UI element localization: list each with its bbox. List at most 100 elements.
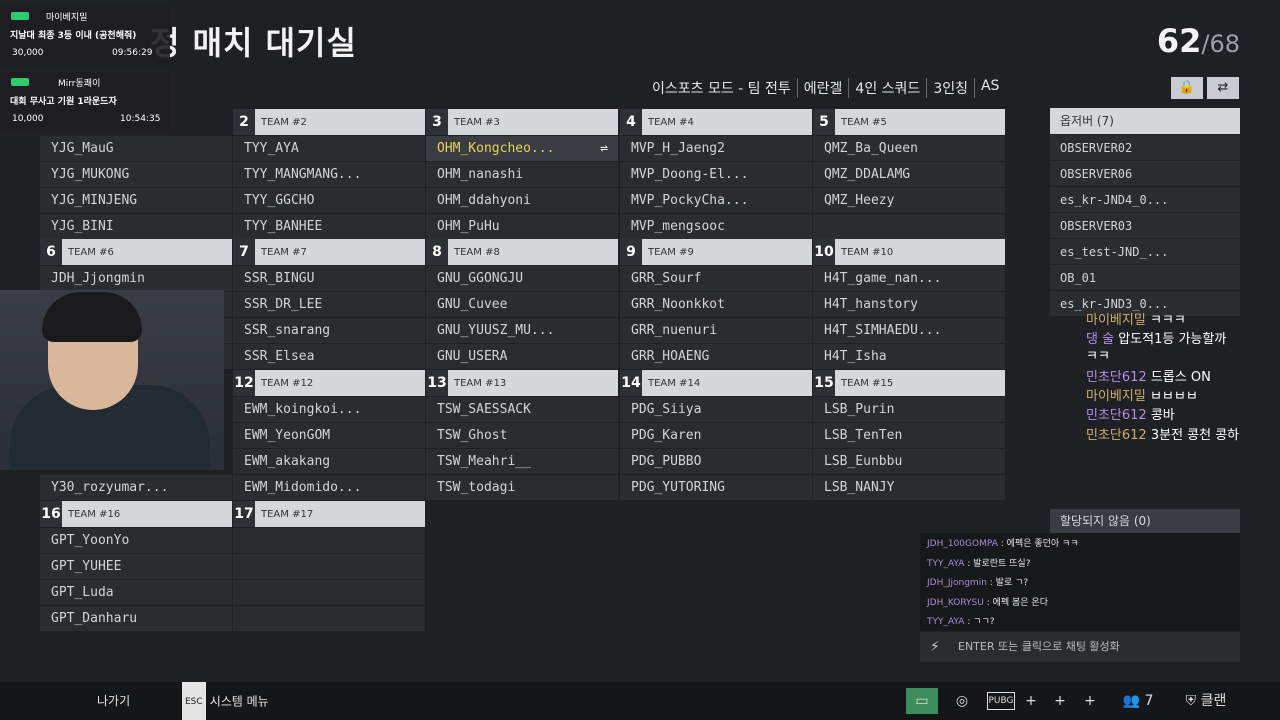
player-slot[interactable]: MVP_mengsooc — [620, 213, 812, 239]
chat-input[interactable]: ⚡ ENTER 또는 클릭으로 채팅 활성화 — [920, 632, 1240, 662]
party-button[interactable]: 👥 7 — [1118, 688, 1158, 714]
observer-item[interactable]: OBSERVER03 — [1050, 212, 1240, 238]
player-slot[interactable]: YJG_MUKONG — [40, 161, 232, 187]
team-header[interactable]: 15 TEAM #15 — [813, 370, 1005, 396]
player-slot[interactable]: SSR_BINGU — [233, 265, 425, 291]
pubg-icon[interactable]: PUBG — [987, 692, 1015, 710]
team-header[interactable]: 12 TEAM #12 — [233, 370, 425, 396]
player-name: TYY_BANHEE — [244, 219, 323, 234]
clan-button[interactable]: ⛨ 클랜 — [1180, 688, 1232, 714]
player-slot[interactable]: GRR_nuenuri — [620, 317, 812, 343]
player-slot[interactable]: LSB_Purin — [813, 396, 1005, 422]
player-slot[interactable]: GRR_HOAENG — [620, 343, 812, 369]
team-header[interactable]: 2 TEAM #2 — [233, 109, 425, 135]
player-slot[interactable]: TYY_BANHEE — [233, 213, 425, 239]
swap-icon[interactable]: ⇌ — [600, 136, 608, 161]
player-slot[interactable]: TSW_Meahri__ — [426, 448, 618, 474]
system-menu-button[interactable]: ESC 시스템 메뉴 — [182, 682, 269, 720]
observer-item[interactable]: OBSERVER06 — [1050, 160, 1240, 186]
player-slot[interactable]: H4T_game_nan... — [813, 265, 1005, 291]
team-header[interactable]: 10 TEAM #10 — [813, 239, 1005, 265]
player-slot[interactable]: SSR_Elsea — [233, 343, 425, 369]
player-slot[interactable]: GPT_Luda — [40, 579, 232, 605]
team-header[interactable]: 6 TEAM #6 — [40, 239, 232, 265]
player-slot[interactable]: GNU_USERA — [426, 343, 618, 369]
player-slot[interactable]: GPT_Danharu — [40, 605, 232, 631]
player-slot[interactable]: YJG_BINI — [40, 213, 232, 239]
player-slot[interactable]: H4T_SIMHAEDU... — [813, 317, 1005, 343]
observer-item[interactable]: es_kr-JND4_0... — [1050, 186, 1240, 212]
player-slot[interactable]: EWM_akakang — [233, 448, 425, 474]
add-slot-button[interactable]: + — [1017, 688, 1045, 714]
team-header[interactable]: 16 TEAM #16 — [40, 501, 232, 527]
player-slot[interactable]: MVP_Doong-El... — [620, 161, 812, 187]
team-header[interactable]: 9 TEAM #9 — [620, 239, 812, 265]
chat-toggle-icon[interactable]: ▭ — [906, 688, 938, 714]
player-slot[interactable] — [233, 527, 425, 553]
player-slot[interactable]: H4T_hanstory — [813, 291, 1005, 317]
player-slot[interactable]: SSR_DR_LEE — [233, 291, 425, 317]
player-slot[interactable]: GRR_Sourf — [620, 265, 812, 291]
player-slot[interactable]: GNU_GGONGJU — [426, 265, 618, 291]
player-slot[interactable]: TSW_todagi — [426, 474, 618, 500]
globe-icon[interactable]: ◎ — [948, 688, 976, 714]
team-header[interactable]: 14 TEAM #14 — [620, 370, 812, 396]
player-slot[interactable]: LSB_NANJY — [813, 474, 1005, 500]
team-header[interactable]: 8 TEAM #8 — [426, 239, 618, 265]
player-slot[interactable]: MVP_PockyCha... — [620, 187, 812, 213]
player-slot[interactable]: YJG_MINJENG — [40, 187, 232, 213]
player-slot[interactable] — [233, 579, 425, 605]
player-slot[interactable]: QMZ_Ba_Queen — [813, 135, 1005, 161]
player-slot[interactable]: PDG_YUTORING — [620, 474, 812, 500]
player-slot[interactable]: SSR_snarang — [233, 317, 425, 343]
player-slot[interactable]: GNU_Cuvee — [426, 291, 618, 317]
player-slot[interactable]: GRR_Noonkkot — [620, 291, 812, 317]
player-slot[interactable]: H4T_Isha — [813, 343, 1005, 369]
team-header[interactable]: 3 TEAM #3 — [426, 109, 618, 135]
player-slot[interactable] — [233, 605, 425, 631]
team-label: TEAM #4 — [648, 116, 694, 128]
player-slot[interactable]: QMZ_DDALAMG — [813, 161, 1005, 187]
player-slot[interactable]: EWM_Midomido... — [233, 474, 425, 500]
add-slot-button[interactable]: + — [1076, 688, 1104, 714]
player-slot[interactable]: GPT_YoonYo — [40, 527, 232, 553]
team-header[interactable]: 4 TEAM #4 — [620, 109, 812, 135]
add-slot-button[interactable]: + — [1046, 688, 1074, 714]
player-slot[interactable]: OHM_ddahyoni — [426, 187, 618, 213]
observer-item[interactable]: OB_01 — [1050, 264, 1240, 290]
lock-button[interactable]: 🔒 — [1171, 77, 1203, 99]
leave-button[interactable]: 나가기 — [97, 682, 130, 720]
player-slot[interactable]: YJG_MauG — [40, 135, 232, 161]
player-slot[interactable]: JDH_Jjongmin — [40, 265, 232, 291]
team-header[interactable]: 5 TEAM #5 — [813, 109, 1005, 135]
player-slot[interactable]: OHM_PuHu — [426, 213, 618, 239]
player-slot[interactable]: TYY_GGCHO — [233, 187, 425, 213]
player-slot[interactable]: EWM_YeonGOM — [233, 422, 425, 448]
player-slot[interactable]: OHM_nanashi — [426, 161, 618, 187]
player-slot[interactable]: LSB_TenTen — [813, 422, 1005, 448]
team-header[interactable]: 7 TEAM #7 — [233, 239, 425, 265]
team-header[interactable]: 13 TEAM #13 — [426, 370, 618, 396]
player-slot[interactable] — [233, 553, 425, 579]
player-slot[interactable] — [813, 213, 1005, 239]
player-slot[interactable]: PDG_PUBBO — [620, 448, 812, 474]
player-slot[interactable]: TSW_SAESSACK — [426, 396, 618, 422]
player-slot[interactable]: GNU_YUUSZ_MU... — [426, 317, 618, 343]
player-slot[interactable]: PDG_Siiya — [620, 396, 812, 422]
player-slot[interactable]: TSW_Ghost — [426, 422, 618, 448]
player-slot[interactable]: QMZ_Heezy — [813, 187, 1005, 213]
player-slot[interactable]: LSB_Eunbbu — [813, 448, 1005, 474]
player-slot[interactable]: TYY_MANGMANG... — [233, 161, 425, 187]
player-slot[interactable]: MVP_H_Jaeng2 — [620, 135, 812, 161]
lock-icon: 🔒 — [1178, 80, 1196, 95]
player-slot[interactable]: TYY_AYA — [233, 135, 425, 161]
player-slot[interactable]: EWM_koingkoi... — [233, 396, 425, 422]
observer-item[interactable]: OBSERVER02 — [1050, 134, 1240, 160]
swap-mode-button[interactable]: ⇄ — [1207, 77, 1239, 99]
observer-item[interactable]: es_test-JND_... — [1050, 238, 1240, 264]
player-slot[interactable]: PDG_Karen — [620, 422, 812, 448]
player-slot[interactable]: OHM_Kongcheo... ⇌ — [426, 135, 618, 161]
player-slot[interactable]: Y30_rozyumar... — [40, 474, 232, 500]
team-header[interactable]: 17 TEAM #17 — [233, 501, 425, 527]
player-slot[interactable]: GPT_YUHEE — [40, 553, 232, 579]
